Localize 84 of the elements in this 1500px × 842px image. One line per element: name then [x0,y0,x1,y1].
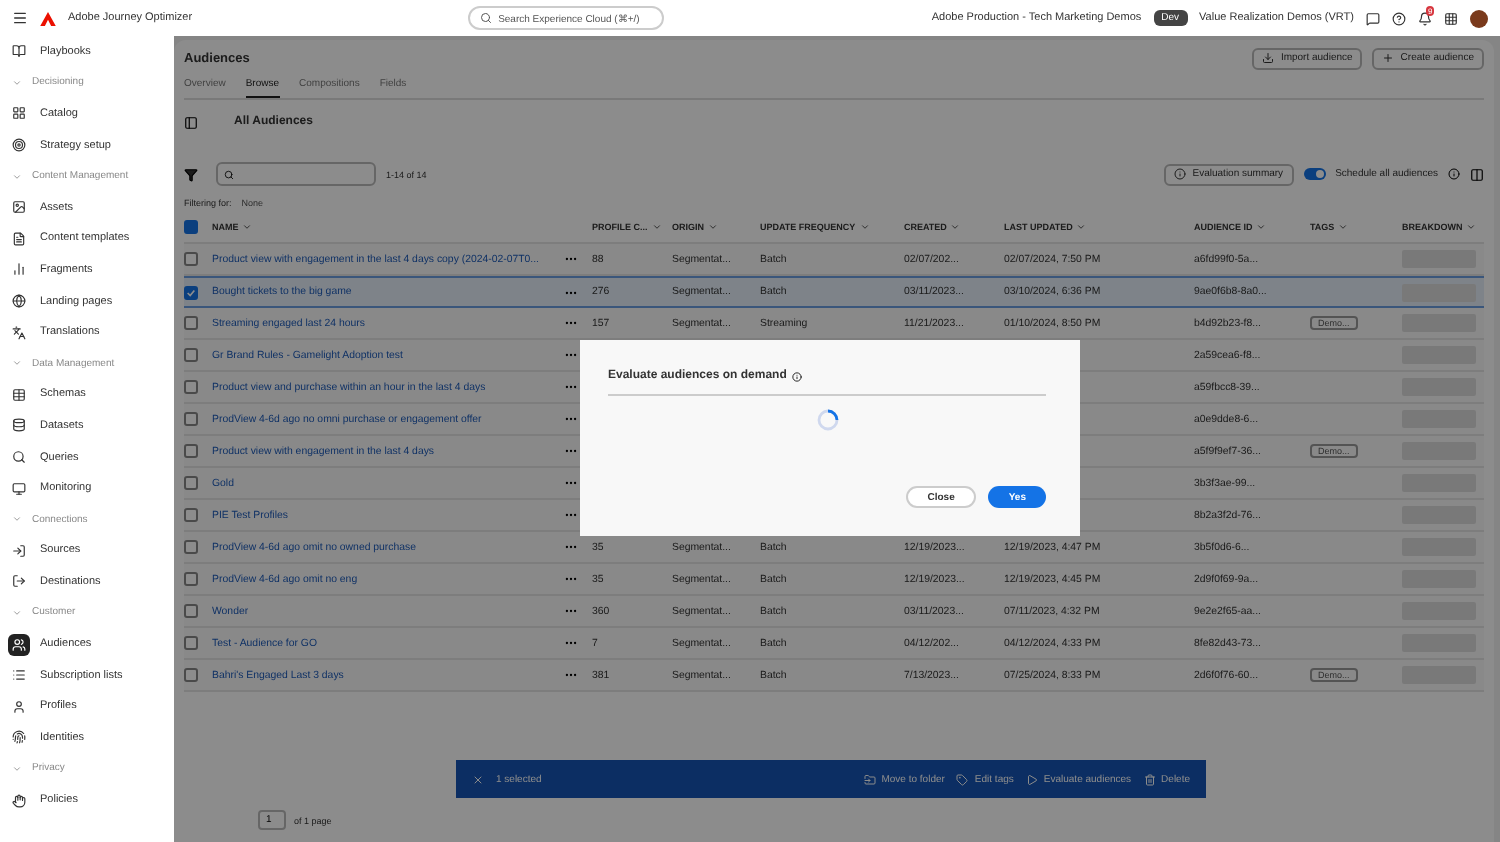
panel-toggle-icon[interactable] [184,115,198,129]
more-icon[interactable] [564,316,578,330]
avatar [1470,9,1488,27]
row-checkbox[interactable] [184,604,198,618]
info-icon [792,371,803,381]
table-icon [8,383,30,406]
select-all-checkbox[interactable] [184,220,198,234]
search-icon [8,446,30,469]
plus-icon [1382,52,1395,64]
search-icon [224,169,234,179]
more-icon[interactable] [564,476,578,490]
more-icon[interactable] [564,252,578,266]
download-icon [1262,52,1275,64]
help-icon[interactable] [1392,11,1406,25]
person-icon [8,695,30,718]
chevron-icon[interactable] [950,222,961,232]
more-icon[interactable] [564,636,578,650]
chevron-icon[interactable] [12,763,22,774]
tag-icon [956,773,969,785]
chevron-icon[interactable] [708,222,719,232]
schedule-toggle[interactable] [1303,168,1326,180]
filter-icon[interactable] [184,167,198,181]
row-checkbox[interactable] [184,572,198,586]
menu-icon[interactable] [12,10,28,26]
row-checkbox[interactable] [184,348,198,362]
row-checkbox[interactable] [184,252,198,266]
logo-icon [40,11,56,25]
sign-in-icon [8,539,30,562]
info-icon [1174,168,1187,180]
close-icon[interactable] [472,773,484,785]
info-icon [1448,168,1460,180]
target-icon [8,134,30,157]
chevron-icon[interactable] [859,222,870,232]
table-search-field[interactable] [216,162,376,186]
folder-icon [863,773,876,785]
play-icon [1025,773,1038,785]
sign-out-icon [8,570,30,593]
chevron-icon[interactable] [12,77,22,88]
more-icon[interactable] [564,348,578,362]
fingerprint-icon [8,726,30,749]
book-icon [8,40,30,63]
chevron-icon[interactable] [1466,222,1477,232]
hand-icon [8,789,30,812]
row-checkbox[interactable] [184,668,198,682]
columns-icon[interactable] [1470,167,1484,181]
image-icon [8,196,30,219]
chevron-icon[interactable] [12,514,22,525]
feedback-icon[interactable] [1366,11,1380,25]
globe-icon [8,290,30,313]
more-icon[interactable] [564,604,578,618]
database-icon [8,414,30,437]
row-checkbox[interactable] [184,316,198,330]
more-icon[interactable] [564,412,578,426]
chevron-icon[interactable] [242,222,253,232]
more-icon[interactable] [564,444,578,458]
row-checkbox[interactable] [184,412,198,426]
bar-chart-icon [8,258,30,281]
bell-icon[interactable] [1418,11,1432,25]
chevron-icon[interactable] [12,607,22,618]
more-icon[interactable] [564,668,578,682]
row-checkbox[interactable] [184,508,198,522]
chevron-icon[interactable] [1256,222,1267,232]
grid-icon [8,102,30,125]
chevron-icon[interactable] [1076,222,1087,232]
row-checkbox[interactable] [184,636,198,650]
more-icon[interactable] [564,572,578,586]
row-checkbox[interactable] [184,540,198,554]
row-checkbox[interactable] [184,444,198,458]
more-icon[interactable] [564,508,578,522]
row-checkbox[interactable] [184,476,198,490]
chevron-icon[interactable] [1338,222,1349,232]
document-icon [8,227,30,250]
monitor-icon [8,477,30,500]
chevron-icon[interactable] [12,358,22,369]
trash-icon [1143,773,1156,785]
row-checkbox[interactable] [184,380,198,394]
more-icon[interactable] [564,380,578,394]
people-icon [8,633,30,656]
chevron-icon[interactable] [12,171,22,182]
row-checkbox[interactable] [184,285,198,299]
apps-icon[interactable] [1444,11,1458,25]
more-icon[interactable] [564,540,578,554]
search-icon [480,12,493,24]
chevron-icon[interactable] [651,222,662,232]
